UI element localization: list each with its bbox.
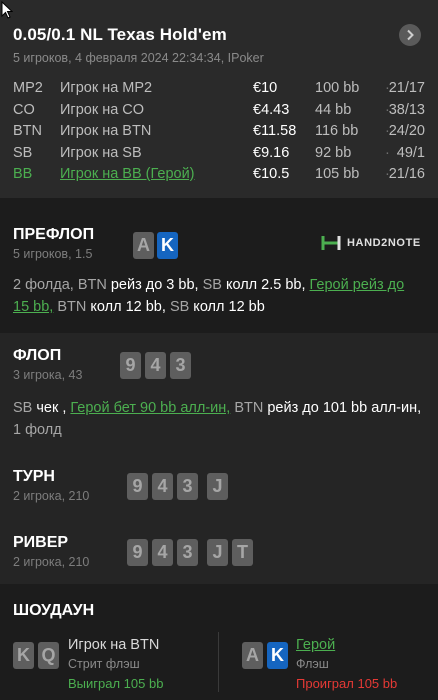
board-card: J [207, 539, 228, 566]
hero-name-link[interactable]: Герой [296, 637, 335, 653]
action-text: колл 2.5 bb, [221, 277, 310, 293]
player-name: Игрок на CO [60, 101, 145, 118]
next-hand-button[interactable] [399, 24, 421, 46]
street-subtitle: 2 игрока, 210 [13, 555, 90, 569]
villain-name: Игрок на BTN [68, 637, 160, 653]
hero-card: A [242, 642, 263, 669]
showdown-section: ШОУДАУН K Q Игрок на BTN Стрит флэш Выиг… [0, 584, 438, 700]
hero-name-link[interactable]: Игрок на BB (Герой) [60, 166, 195, 182]
board-card: 4 [152, 473, 173, 500]
player-position: SB [13, 144, 33, 161]
player-name: Игрок на SB [60, 144, 142, 161]
player-stack-bb: 100 bb [315, 80, 360, 96]
street-title: ШОУДАУН [13, 602, 95, 619]
board-card: 4 [152, 539, 173, 566]
player-stats: 38/13 [388, 101, 425, 118]
hero-card: K [267, 642, 288, 669]
player-row: CO Игрок на CO €4.43 44 bb · 38/13 [13, 102, 425, 124]
villain-result: Выиграл 105 bb [68, 676, 164, 691]
player-stack-amount: €4.43 [253, 101, 290, 118]
action-actor: BTN [53, 299, 87, 315]
player-stats: 21/17 [388, 80, 425, 96]
street-title: ТУРН [13, 468, 55, 485]
board-card: 9 [120, 352, 141, 379]
player-stack-bb: 116 bb [315, 123, 359, 139]
street-subtitle: 5 игроков, 1.5 [13, 247, 93, 261]
player-name: Игрок на BTN [60, 123, 152, 139]
street-title: ФЛОП [13, 347, 62, 364]
flop-actions: SB чек , Герой бет 90 bb алл-ин, BTN рей… [13, 397, 423, 441]
action-text: 2 фолда, [13, 277, 78, 293]
player-stats: 21/16 [388, 166, 425, 182]
board-card: 9 [127, 539, 148, 566]
board-card: 4 [145, 352, 166, 379]
player-row-hero: BB Игрок на BB (Герой) €10.5 105 bb · 21… [13, 166, 425, 188]
board-card: 3 [170, 352, 191, 379]
street-title: РИВЕР [13, 534, 69, 551]
action-text: чек , [32, 400, 71, 416]
logo-text: HAND2NOTE [347, 237, 421, 249]
player-row: MP2 Игрок на MP2 €10 100 bb · 21/17 [13, 80, 425, 102]
action-text: колл 12 bb [189, 299, 265, 315]
board-card: 3 [177, 473, 198, 500]
players-table: MP2 Игрок на MP2 €10 100 bb · 21/17 CO И… [13, 80, 425, 188]
flop-section: ФЛОП 3 игрока, 43 9 4 3 SB чек , Герой б… [0, 333, 438, 450]
action-text: рейз до 101 bb алл-ин, [263, 400, 422, 416]
action-actor: SB [202, 277, 222, 293]
hole-card: A [133, 232, 154, 259]
board-card: T [232, 539, 253, 566]
showdown-divider [218, 632, 219, 692]
action-text: колл 12 bb, [86, 299, 170, 315]
action-text: рейз до 3 bb, [106, 277, 203, 293]
hand2note-logo-icon [321, 236, 341, 250]
player-stack-bb: 92 bb [315, 144, 352, 161]
action-actor: BTN [230, 400, 264, 416]
board-card: 3 [177, 539, 198, 566]
player-position: BTN [13, 123, 42, 139]
hero-hand-rank: Флэш [296, 657, 329, 671]
mouse-cursor-icon [1, 1, 13, 19]
board-card: 9 [127, 473, 148, 500]
villain-card: Q [38, 642, 59, 669]
player-position: BB [13, 166, 33, 182]
board-card: J [207, 473, 228, 500]
player-stack-bb: 44 bb [315, 101, 352, 118]
game-subtitle: 5 игроков, 4 февраля 2024 22:34:34, IPok… [13, 51, 264, 65]
street-title: ПРЕФЛОП [13, 226, 95, 243]
player-stats: 24/20 [388, 123, 425, 139]
hand-header: 0.05/0.1 NL Texas Hold'em 5 игроков, 4 ф… [0, 0, 438, 198]
player-name: Игрок на MP2 [60, 80, 153, 96]
villain-hand-rank: Стрит флэш [68, 657, 140, 671]
hole-card: K [157, 232, 178, 259]
player-stack-amount: €10.5 [253, 166, 290, 182]
hero-result: Проиграл 105 bb [296, 676, 398, 691]
player-row: BTN Игрок на BTN €11.58 116 bb · 24/20 [13, 123, 425, 145]
action-text: 1 фолд [13, 422, 62, 438]
preflop-actions: 2 фолда, BTN рейз до 3 bb, SB колл 2.5 b… [13, 274, 423, 318]
player-position: MP2 [13, 80, 43, 96]
action-actor: SB [169, 299, 190, 315]
preflop-section: ПРЕФЛОП 5 игроков, 1.5 A K 2 фолда, BTN … [0, 210, 438, 332]
player-row: SB Игрок на SB €9.16 92 bb · 49/1 [13, 145, 425, 167]
river-section: РИВЕР 2 игрока, 210 9 4 3 J T [0, 516, 438, 584]
action-actor: SB [13, 400, 33, 416]
hero-action-link[interactable]: Герой бет 90 bb алл-ин, [70, 400, 230, 416]
chevron-right-icon [407, 29, 414, 41]
player-stack-bb: 105 bb [315, 166, 360, 182]
hand2note-logo: HAND2NOTE [320, 232, 421, 254]
player-position: CO [13, 101, 35, 118]
player-stack-amount: €10 [253, 80, 278, 96]
turn-section: ТУРН 2 игрока, 210 9 4 3 J [0, 450, 438, 516]
street-subtitle: 2 игрока, 210 [13, 489, 90, 503]
player-stats: 49/1 [396, 144, 425, 161]
game-title: 0.05/0.1 NL Texas Hold'em [13, 25, 227, 44]
street-subtitle: 3 игрока, 43 [13, 368, 83, 382]
villain-card: K [13, 642, 34, 669]
player-stack-amount: €9.16 [253, 144, 290, 161]
player-stack-amount: €11.58 [253, 123, 297, 139]
action-actor: BTN [77, 277, 107, 293]
